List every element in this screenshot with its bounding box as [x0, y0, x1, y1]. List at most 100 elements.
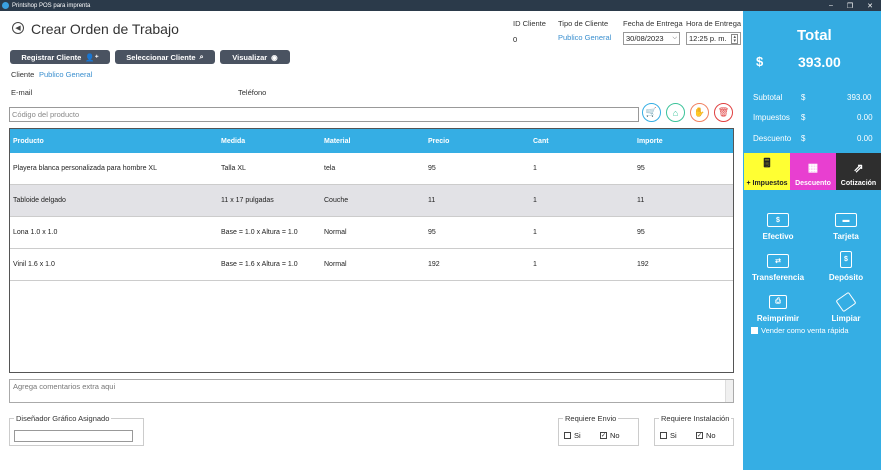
envio-group: Requiere Envio Si ✓ No — [558, 414, 639, 446]
visualizar-button[interactable]: Visualizar ◉ — [220, 50, 290, 64]
add-user-icon: 👤⁺ — [85, 52, 99, 62]
printer-icon: ⎙ — [769, 295, 787, 309]
comments-textarea[interactable]: Agrega comentarios extra aqui — [9, 379, 734, 403]
trash-icon[interactable]: 🗑 — [714, 103, 733, 122]
column-header-cant[interactable]: Cant — [533, 138, 549, 145]
descuento-tile-label: Descuento — [795, 180, 831, 187]
cell-medida: 11 x 17 pulgadas — [221, 197, 274, 204]
close-window-icon[interactable]: ✕ — [862, 0, 878, 11]
efectivo-label: Efectivo — [762, 232, 794, 241]
cell-material: Normal — [324, 229, 347, 236]
cliente-label: Cliente — [11, 70, 35, 79]
impuestos-currency: $ — [801, 113, 806, 122]
limpiar-button[interactable]: Limpiar — [812, 287, 880, 326]
designer-group: Diseñador Gráfico Asignado — [9, 414, 144, 446]
seleccionar-cliente-button[interactable]: Seleccionar Cliente ⌕ — [115, 50, 215, 64]
table-row[interactable]: Lona 1.0 x 1.0 Base = 1.0 x Altura = 1.0… — [10, 217, 733, 249]
back-arrow-icon[interactable]: ◀ — [12, 22, 24, 34]
column-header-importe[interactable]: Importe — [637, 138, 663, 145]
descuento-value: 0.00 — [857, 134, 873, 143]
reimprimir-button[interactable]: ⎙ Reimprimir — [744, 287, 812, 326]
venta-rapida-checkbox[interactable]: Vender como venta rápida — [751, 326, 849, 335]
instalacion-group: Requiere Instalación Si ✓ No — [654, 414, 734, 446]
transfer-icon: ⇄ — [767, 254, 789, 268]
visualizar-label: Visualizar — [232, 52, 268, 62]
email-label: E-mail — [11, 88, 33, 97]
checkbox-empty-icon — [751, 327, 758, 334]
eye-icon: ◉ — [271, 52, 278, 62]
tax-icon: 🖩 — [763, 156, 771, 170]
tarjeta-button[interactable]: ▬ Tarjeta — [812, 205, 880, 244]
instalacion-si-checkbox[interactable]: Si — [660, 431, 677, 440]
subtotal-label: Subtotal — [753, 93, 783, 102]
efectivo-button[interactable]: $ Efectivo — [744, 205, 812, 244]
store-icon[interactable]: ⌂ — [666, 103, 685, 122]
id-cliente-label: ID Cliente — [513, 19, 546, 28]
cell-material: tela — [324, 165, 336, 172]
calendar-dropdown-icon[interactable]: ⌵ — [672, 35, 677, 42]
limpiar-label: Limpiar — [831, 314, 861, 323]
total-value: 393.00 — [798, 54, 841, 70]
comments-scrollbar[interactable] — [725, 380, 733, 402]
discount-ticket-icon: ▦ — [807, 162, 819, 174]
cotizacion-tile-button[interactable]: ⇗ Cotización — [836, 153, 881, 190]
cell-importe: 192 — [637, 261, 649, 268]
cotizacion-tile-label: Cotización — [840, 180, 877, 187]
table-row[interactable]: Vinil 1.6 x 1.0 Base = 1.6 x Altura = 1.… — [10, 249, 733, 281]
designer-input[interactable] — [14, 430, 133, 442]
total-label: Total — [797, 27, 832, 44]
transferencia-button[interactable]: ⇄ Transferencia — [744, 246, 812, 285]
impuestos-tile-label: + Impuestos — [746, 180, 788, 187]
venta-rapida-label: Vender como venta rápida — [761, 326, 849, 335]
card-icon: ▬ — [835, 213, 857, 227]
envio-label: Requiere Envio — [563, 414, 619, 423]
cliente-value: Publico General — [39, 70, 93, 79]
product-code-input[interactable]: Código del producto — [9, 107, 639, 122]
cell-medida: Base = 1.6 x Altura = 1.0 — [221, 261, 298, 268]
fecha-entrega-picker[interactable]: 30/08/2023 ⌵ — [623, 32, 680, 45]
reimprimir-label: Reimprimir — [756, 314, 800, 323]
impuestos-tile-button[interactable]: 🖩 + Impuestos — [744, 153, 790, 190]
minimize-icon[interactable]: – — [823, 0, 839, 11]
descuento-label: Descuento — [753, 134, 792, 143]
telefono-label: Teléfono — [238, 88, 267, 97]
deposito-button[interactable]: $ Depósito — [812, 246, 880, 285]
descuento-tile-button[interactable]: ▦ Descuento — [790, 153, 836, 190]
tipo-cliente-label: Tipo de Cliente — [558, 19, 609, 28]
cell-precio: 192 — [428, 261, 440, 268]
fecha-entrega-value: 30/08/2023 — [626, 34, 664, 43]
envio-no-label: No — [610, 431, 620, 440]
handshake-icon[interactable]: ✋ — [690, 103, 709, 122]
id-cliente-value: 0 — [513, 35, 518, 44]
hora-entrega-label: Hora de Entrega — [686, 19, 742, 28]
table-header: Producto Medida Material Precio Cant Imp… — [10, 129, 733, 153]
registrar-cliente-label: Registrar Cliente — [21, 52, 82, 62]
envio-si-label: Si — [574, 431, 581, 440]
checkbox-empty-icon — [564, 432, 571, 439]
totals-sidebar: Total $ 393.00 Subtotal $ 393.00 Impuest… — [743, 11, 881, 470]
instalacion-label: Requiere Instalación — [659, 414, 732, 423]
envio-no-checkbox[interactable]: ✓ No — [600, 431, 620, 440]
cell-medida: Base = 1.0 x Altura = 1.0 — [221, 229, 298, 236]
column-header-material[interactable]: Material — [324, 138, 350, 145]
total-currency: $ — [756, 54, 764, 69]
column-header-medida[interactable]: Medida — [221, 138, 245, 145]
registrar-cliente-button[interactable]: Registrar Cliente 👤⁺ — [10, 50, 110, 64]
cart-icon[interactable]: 🛒 — [642, 103, 661, 122]
instalacion-no-checkbox[interactable]: ✓ No — [696, 431, 716, 440]
table-row[interactable]: Tabloide delgado 11 x 17 pulgadas Couche… — [10, 185, 733, 217]
descuento-currency: $ — [801, 134, 806, 143]
envio-si-checkbox[interactable]: Si — [564, 431, 581, 440]
maximize-icon[interactable]: ❐ — [842, 0, 858, 11]
cell-precio: 95 — [428, 229, 436, 236]
hora-entrega-picker[interactable]: 12:25 p. m. ▴ ▾ — [686, 32, 741, 45]
products-table: Producto Medida Material Precio Cant Imp… — [9, 128, 734, 373]
search-icon: ⌕ — [199, 52, 204, 61]
cell-material: Couche — [324, 197, 349, 204]
column-header-precio[interactable]: Precio — [428, 138, 449, 145]
comments-placeholder: Agrega comentarios extra aqui — [13, 382, 116, 391]
column-header-producto[interactable]: Producto — [13, 138, 44, 145]
time-spinner-icon[interactable]: ▴ ▾ — [731, 34, 738, 44]
fecha-entrega-label: Fecha de Entrega — [623, 19, 683, 28]
table-row[interactable]: Playera blanca personalizada para hombre… — [10, 153, 733, 185]
